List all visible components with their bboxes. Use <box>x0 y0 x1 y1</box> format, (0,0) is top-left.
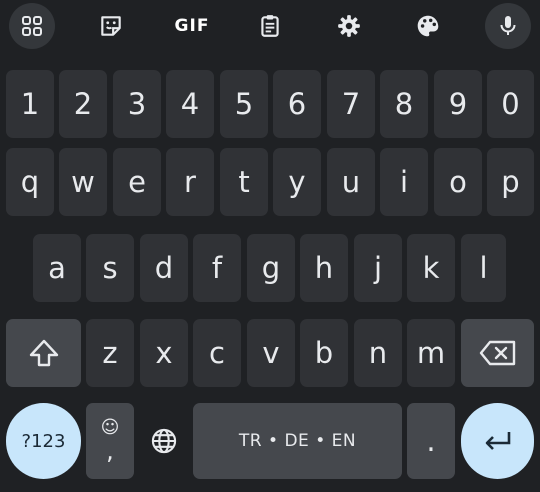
key-5[interactable]: 5 <box>220 70 268 138</box>
clipboard-icon[interactable] <box>247 4 293 48</box>
language-key[interactable] <box>140 403 188 479</box>
apps-grid-icon[interactable] <box>9 3 55 49</box>
key-7[interactable]: 7 <box>327 70 375 138</box>
key-2[interactable]: 2 <box>59 70 107 138</box>
key-h[interactable]: h <box>300 234 348 302</box>
key-t[interactable]: t <box>220 148 268 216</box>
key-3[interactable]: 3 <box>113 70 161 138</box>
key-g[interactable]: g <box>247 234 295 302</box>
key-d[interactable]: d <box>140 234 188 302</box>
gif-button[interactable]: GIF <box>168 4 216 48</box>
key-q[interactable]: q <box>6 148 54 216</box>
key-k[interactable]: k <box>407 234 455 302</box>
key-m[interactable]: m <box>407 319 455 387</box>
enter-icon <box>485 432 510 450</box>
key-r[interactable]: r <box>166 148 214 216</box>
backspace-icon <box>479 340 515 366</box>
space-bar[interactable]: TR • DE • EN <box>193 403 402 479</box>
key-n[interactable]: n <box>354 319 402 387</box>
backspace-key[interactable] <box>461 319 534 387</box>
key-z[interactable]: z <box>86 319 134 387</box>
key-1[interactable]: 1 <box>6 70 54 138</box>
key-o[interactable]: o <box>434 148 482 216</box>
palette-icon[interactable] <box>405 4 451 48</box>
shift-icon <box>29 339 58 367</box>
symbols-key[interactable]: ?123 <box>6 403 81 479</box>
globe-icon <box>151 428 177 454</box>
key-e[interactable]: e <box>113 148 161 216</box>
emoji-icon: ☺ <box>100 417 120 438</box>
emoji-comma-key[interactable]: ☺ , <box>86 403 134 479</box>
key-a[interactable]: a <box>33 234 81 302</box>
key-y[interactable]: y <box>273 148 321 216</box>
sticker-icon[interactable] <box>88 4 134 48</box>
microphone-icon[interactable] <box>485 3 531 49</box>
key-f[interactable]: f <box>193 234 241 302</box>
key-b[interactable]: b <box>300 319 348 387</box>
settings-icon[interactable] <box>326 4 372 48</box>
period-key[interactable]: . <box>407 403 455 479</box>
key-v[interactable]: v <box>247 319 295 387</box>
key-j[interactable]: j <box>354 234 402 302</box>
comma-label: , <box>106 437 114 465</box>
keyboard-toolbar: GIF <box>0 0 540 52</box>
enter-key[interactable] <box>461 403 534 479</box>
key-4[interactable]: 4 <box>166 70 214 138</box>
key-w[interactable]: w <box>59 148 107 216</box>
key-i[interactable]: i <box>380 148 428 216</box>
shift-key[interactable] <box>6 319 81 387</box>
key-l[interactable]: l <box>461 234 506 302</box>
key-x[interactable]: x <box>140 319 188 387</box>
key-s[interactable]: s <box>86 234 134 302</box>
key-9[interactable]: 9 <box>434 70 482 138</box>
key-0[interactable]: 0 <box>487 70 534 138</box>
key-6[interactable]: 6 <box>273 70 321 138</box>
key-c[interactable]: c <box>193 319 241 387</box>
gif-label: GIF <box>174 16 210 36</box>
key-p[interactable]: p <box>487 148 534 216</box>
key-8[interactable]: 8 <box>380 70 428 138</box>
key-u[interactable]: u <box>327 148 375 216</box>
